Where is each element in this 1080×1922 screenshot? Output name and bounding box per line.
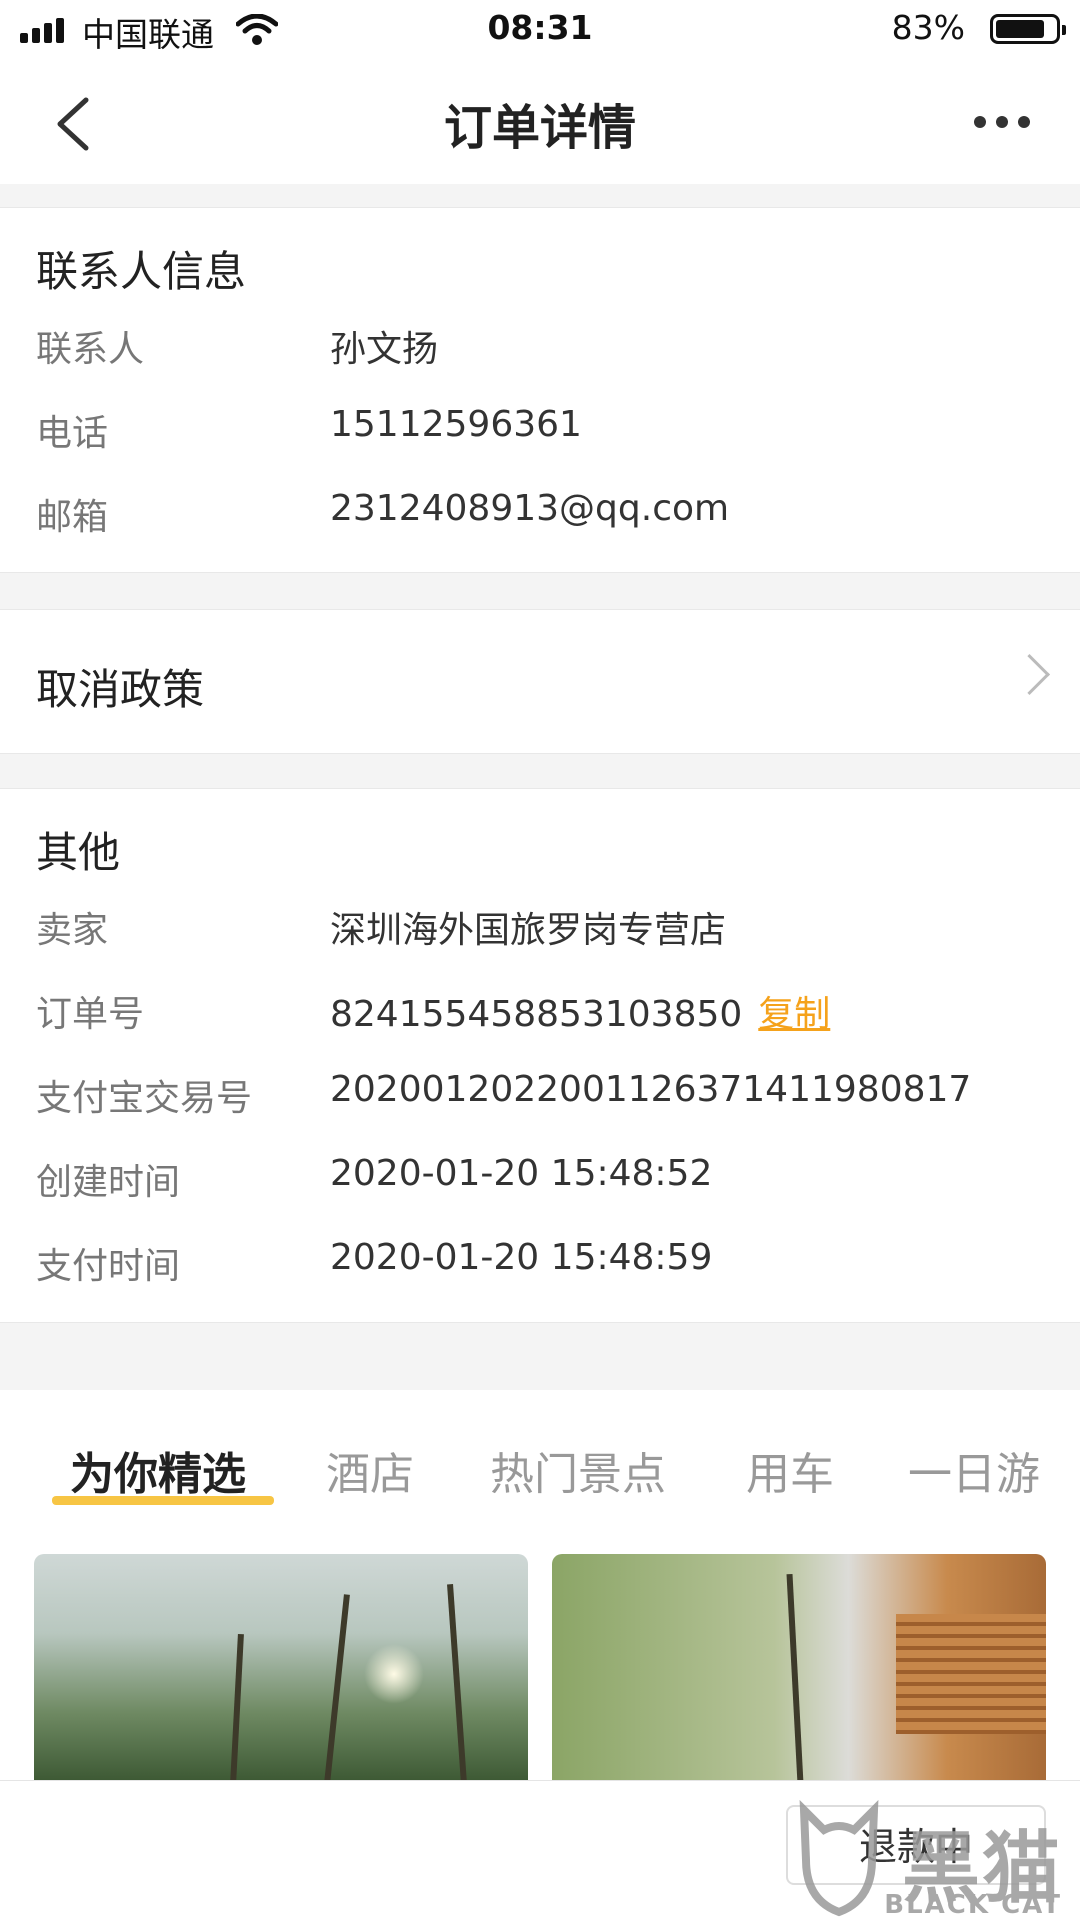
row-value: 2312408913@qq.com [330, 488, 730, 529]
info-row-email: 邮箱 2312408913@qq.com [36, 488, 1036, 548]
section-title: 联系人信息 [36, 247, 247, 296]
row-label: 订单号 [36, 994, 145, 1035]
info-row-phone: 电话 15112596361 [36, 404, 1036, 464]
info-row-order-number: 订单号 824155458853103850 复制 [36, 985, 1036, 1045]
row-value: 孙文扬 [330, 329, 439, 370]
info-row-pay-time: 支付时间 2020-01-20 15:48:59 [36, 1237, 1036, 1297]
contact-info-section: 联系人信息 联系人 孙文扬 电话 15112596361 邮箱 23124089… [0, 207, 1080, 573]
black-cat-watermark: 黑猫 BLACK CAT [794, 1800, 1074, 1920]
watermark-english: BLACK CAT [884, 1890, 1062, 1920]
info-row-contact: 联系人 孙文扬 [36, 320, 1036, 380]
row-label: 创建时间 [36, 1162, 181, 1203]
cancel-policy-label: 取消政策 [36, 665, 205, 714]
info-row-alipay-trade-no: 支付宝交易号 2020012022001126371411980817 [36, 1069, 1036, 1129]
row-label: 支付宝交易号 [36, 1078, 253, 1119]
row-value: 2020-01-20 15:48:59 [330, 1237, 713, 1278]
chevron-right-icon [1008, 653, 1051, 696]
recommend-tabs: 为你精选 酒店 热门景点 用车 一日游 [0, 1390, 1080, 1550]
row-value: 2020-01-20 15:48:52 [330, 1153, 713, 1194]
battery-icon [990, 14, 1066, 44]
tab-attractions[interactable]: 热门景点 [490, 1438, 666, 1502]
row-label: 支付时间 [36, 1246, 181, 1287]
row-label: 联系人 [36, 329, 145, 370]
row-value-wrap: 824155458853103850 复制 [330, 985, 830, 1037]
row-value: 2020012022001126371411980817 [330, 1069, 972, 1110]
row-label: 卖家 [36, 910, 109, 951]
order-number: 824155458853103850 [330, 994, 743, 1035]
cancel-policy-row[interactable]: 取消政策 [0, 609, 1080, 754]
page-title: 订单详情 [443, 100, 636, 156]
info-row-seller: 卖家 深圳海外国旅罗岗专营店 [36, 901, 1036, 961]
row-value: 深圳海外国旅罗岗专营店 [330, 910, 727, 951]
black-cat-logo-icon [799, 1800, 879, 1917]
battery-percent: 83% [891, 8, 965, 47]
tab-day-tour[interactable]: 一日游 [908, 1438, 1040, 1502]
nav-bar: 订单详情 [0, 60, 1080, 184]
tab-hotel[interactable]: 酒店 [326, 1438, 414, 1502]
more-options-icon[interactable] [974, 116, 1030, 128]
status-bar: 中国联通 08:31 83% [0, 0, 1080, 60]
recommend-card-image[interactable] [552, 1554, 1046, 1780]
active-tab-indicator [52, 1496, 274, 1505]
recommend-card-image[interactable] [34, 1554, 528, 1780]
tab-car[interactable]: 用车 [746, 1438, 834, 1502]
row-value: 15112596361 [330, 404, 582, 445]
recommend-list [0, 1550, 1080, 1780]
row-label: 电话 [36, 413, 109, 454]
row-label: 邮箱 [36, 497, 109, 538]
copy-link[interactable]: 复制 [758, 994, 830, 1035]
tab-featured[interactable]: 为你精选 [70, 1438, 246, 1502]
other-info-section: 其他 卖家 深圳海外国旅罗岗专营店 订单号 824155458853103850… [0, 788, 1080, 1323]
section-title: 其他 [36, 828, 121, 877]
info-row-create-time: 创建时间 2020-01-20 15:48:52 [36, 1153, 1036, 1213]
